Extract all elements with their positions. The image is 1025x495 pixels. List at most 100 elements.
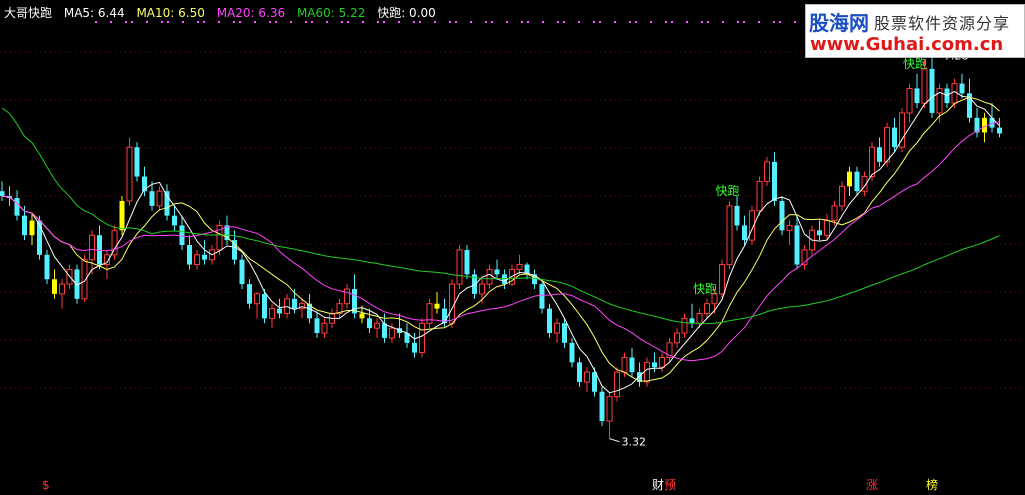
top-marker-dot bbox=[413, 21, 415, 23]
top-marker-dot bbox=[146, 21, 148, 23]
indicator-legend: 大哥快跑 MA5: 6.44 MA10: 6.50 MA20: 6.36 MA6… bbox=[4, 4, 444, 21]
candle-body bbox=[89, 234, 95, 261]
candle-body bbox=[194, 254, 200, 266]
top-marker-dot bbox=[671, 21, 673, 23]
top-marker-dot bbox=[722, 21, 724, 23]
top-marker-dot bbox=[455, 21, 457, 23]
candle-body bbox=[817, 230, 822, 236]
signal-text: 快跑 bbox=[903, 57, 927, 71]
top-marker-dot bbox=[707, 21, 709, 23]
candle-body bbox=[156, 190, 163, 207]
kuaipao-value: 快跑: 0.00 bbox=[377, 6, 436, 20]
candle-body bbox=[794, 225, 800, 265]
ma5-value: MA5: 6.44 bbox=[63, 6, 125, 20]
candle-body bbox=[292, 298, 297, 309]
ma5-line bbox=[1, 90, 1000, 394]
candle-body bbox=[779, 200, 785, 231]
bottom-marker: 预 bbox=[664, 478, 676, 492]
candle-body bbox=[839, 185, 845, 207]
top-marker-dot bbox=[362, 21, 364, 23]
candle-body bbox=[734, 205, 740, 226]
candle-body bbox=[239, 259, 245, 285]
candle-body bbox=[344, 288, 350, 305]
top-marker-dot bbox=[341, 21, 343, 23]
top-marker-dot bbox=[527, 21, 529, 23]
top-marker-dot bbox=[275, 21, 277, 23]
candle-body bbox=[786, 224, 793, 231]
low-pointer bbox=[609, 438, 620, 443]
candle-body bbox=[502, 274, 507, 285]
top-marker-dot bbox=[203, 21, 205, 23]
candle-body bbox=[374, 322, 380, 329]
top-marker-dot bbox=[557, 21, 559, 23]
top-marker-dot bbox=[239, 21, 241, 23]
candle-body bbox=[929, 68, 935, 113]
top-marker-dot bbox=[737, 21, 739, 23]
top-marker-dot bbox=[491, 21, 493, 23]
top-marker-dot bbox=[197, 21, 199, 23]
candle-body bbox=[269, 308, 275, 319]
top-marker-dot bbox=[563, 21, 565, 23]
candle-body bbox=[119, 200, 125, 231]
candle-body bbox=[412, 342, 417, 353]
candle-body bbox=[202, 254, 207, 260]
top-marker-dot bbox=[182, 21, 184, 23]
candle-body bbox=[494, 269, 500, 275]
candle-body bbox=[569, 342, 575, 363]
candle-body bbox=[704, 303, 710, 314]
top-marker-dot bbox=[449, 21, 451, 23]
candle-body bbox=[982, 117, 987, 133]
candle-body bbox=[321, 322, 328, 334]
candle-body bbox=[516, 264, 523, 270]
top-marker-dot bbox=[593, 21, 595, 23]
watermark-logo: 股海网 股票软件资源分享 www.Guhai.com.cn bbox=[805, 4, 1025, 58]
candle-body bbox=[921, 68, 928, 104]
top-marker-dot bbox=[779, 21, 781, 23]
candle-body bbox=[44, 254, 50, 280]
indicator-title: 大哥快跑 bbox=[4, 6, 53, 20]
candle-body bbox=[621, 357, 628, 373]
candle-body bbox=[554, 322, 560, 334]
candle-body bbox=[126, 146, 133, 202]
candle-body bbox=[22, 215, 27, 236]
candle-body bbox=[847, 171, 852, 187]
top-marker-dot bbox=[131, 21, 133, 23]
candle-body bbox=[606, 396, 613, 422]
candle-body bbox=[382, 323, 387, 338]
candle-body bbox=[187, 245, 192, 265]
candle-body bbox=[592, 372, 597, 392]
top-marker-dot bbox=[506, 21, 508, 23]
ma20-value: MA20: 6.36 bbox=[216, 6, 286, 20]
bottom-marker: 涨 bbox=[866, 477, 878, 492]
candle-body bbox=[277, 308, 282, 314]
candle-body bbox=[959, 83, 965, 94]
candle-body bbox=[742, 225, 747, 241]
top-marker-dot bbox=[629, 21, 631, 23]
candle-body bbox=[726, 205, 733, 266]
stock-chart[interactable]: 7.283.32快跑快跑快跑$财预涨榜 bbox=[0, 0, 1025, 495]
top-marker-dot bbox=[254, 21, 256, 23]
candle-body bbox=[254, 293, 260, 305]
top-marker-dot bbox=[167, 21, 169, 23]
candle-body bbox=[449, 283, 455, 324]
top-marker-dot bbox=[311, 21, 313, 23]
top-marker-dot bbox=[743, 21, 745, 23]
top-marker-dot bbox=[218, 21, 220, 23]
top-marker-dot bbox=[398, 21, 400, 23]
candle-body bbox=[951, 83, 958, 104]
signal-text: 快跑 bbox=[693, 282, 717, 296]
candle-body bbox=[884, 127, 890, 163]
top-marker-dot bbox=[377, 21, 379, 23]
top-marker-dot bbox=[110, 21, 112, 23]
top-marker-dot bbox=[578, 21, 580, 23]
candle-body bbox=[164, 191, 170, 216]
top-marker-dot bbox=[614, 21, 616, 23]
candle-body bbox=[877, 147, 882, 162]
top-marker-dot bbox=[794, 21, 796, 23]
top-marker-dot bbox=[269, 21, 271, 23]
candle-body bbox=[681, 317, 688, 334]
watermark-brand: 股海网 bbox=[809, 11, 869, 35]
candle-body bbox=[854, 171, 860, 192]
top-marker-dot bbox=[542, 21, 544, 23]
top-marker-dot bbox=[383, 21, 385, 23]
